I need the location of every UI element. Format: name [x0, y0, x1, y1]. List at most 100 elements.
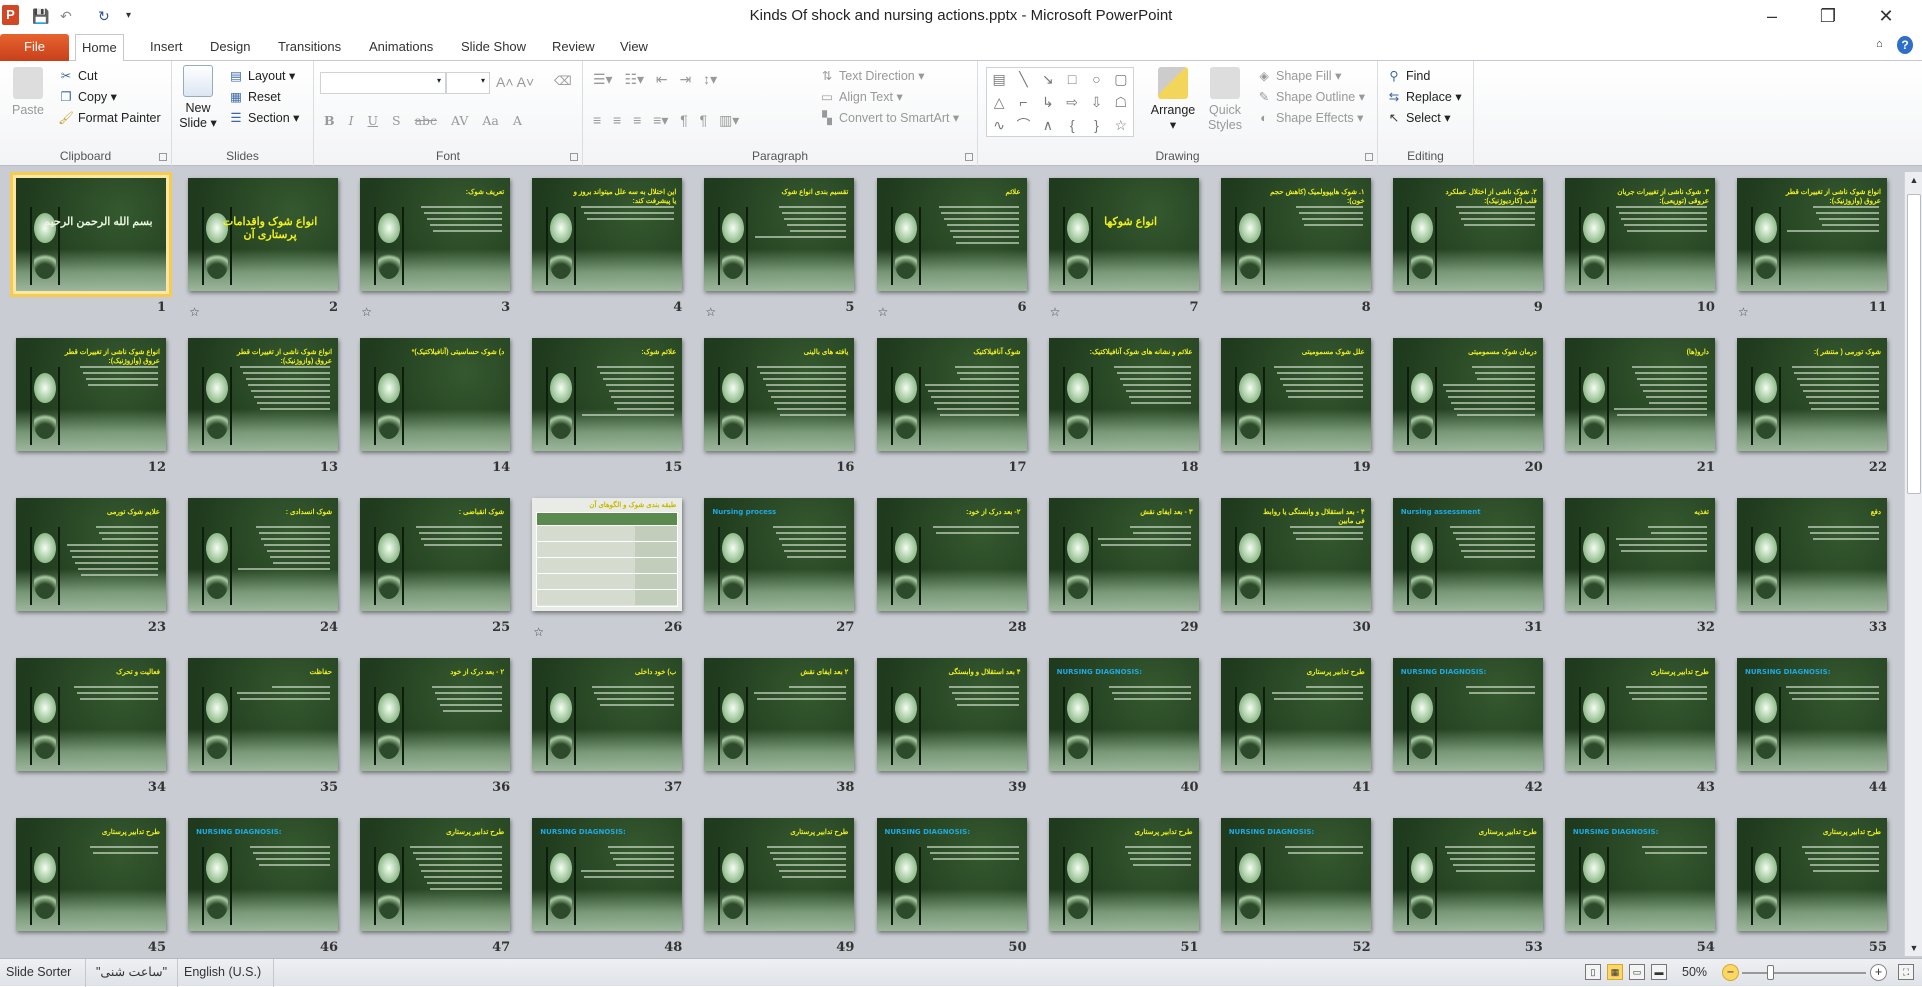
dialog-launcher-icon[interactable]	[570, 153, 578, 161]
animation-star-icon[interactable]: ☆	[1738, 305, 1749, 319]
slide-thumbnail[interactable]: شوک تورمی ( منتشر ):	[1737, 338, 1887, 451]
tab-home[interactable]: Home	[75, 34, 124, 62]
convert-smartart-button[interactable]: ▚ Convert to SmartArt ▾	[819, 108, 959, 128]
slide-thumbnail[interactable]: انواع شوکها	[1048, 178, 1199, 291]
slide-thumbnail[interactable]: علائم شوک:	[532, 338, 683, 451]
new-slide-button[interactable]: New Slide ▾	[176, 65, 220, 131]
slide-thumbnail[interactable]: طرح تدابیر پرستاری	[360, 818, 511, 931]
vertical-scrollbar[interactable]: ▲ ▼	[1904, 172, 1922, 956]
slide-thumbnail[interactable]: طرح تدابیر پرستاری	[704, 818, 855, 931]
reset-button[interactable]: ▦ Reset	[228, 87, 281, 107]
slide-thumbnail[interactable]: Nursing process	[704, 498, 855, 611]
slide-thumbnail[interactable]: یافته های بالینی	[704, 338, 855, 451]
slide-thumbnail[interactable]: طبقه بندی شوک و الگوهای آن	[532, 498, 683, 611]
dialog-launcher-icon[interactable]	[965, 153, 973, 161]
slide-thumbnail[interactable]: طرح تدابیر پرستاری	[16, 818, 166, 931]
slide-thumbnail[interactable]: انواع شوک واقدامات پرستاری آن	[188, 178, 339, 291]
font-size-dropdown[interactable]: ▾	[446, 72, 490, 94]
find-button[interactable]: ⚲ Find	[1386, 66, 1430, 86]
shape-effects-button[interactable]: ◐ Shape Effects ▾	[1256, 108, 1363, 128]
slide-thumbnail[interactable]: طرح تدابیر پرستاری	[1737, 818, 1887, 931]
slide-thumbnail[interactable]: طرح تدابیر پرستاری	[1048, 818, 1199, 931]
minimize-button[interactable]: –	[1752, 4, 1792, 28]
slide-thumbnail[interactable]: درمان شوک مسمومیتی	[1392, 338, 1543, 451]
zoom-slider-thumb[interactable]	[1766, 965, 1774, 980]
cut-button[interactable]: ✂ Cut	[58, 66, 98, 86]
slide-thumbnail[interactable]: ۲. شوک ناشی از اختلال عملکرد قلب (کاردیو…	[1392, 178, 1543, 291]
slide-thumbnail[interactable]: ۲ بعد ایفای نقش	[704, 658, 855, 771]
slide-thumbnail[interactable]: Nursing assessment	[1392, 498, 1543, 611]
theme-name[interactable]: "ساعت شنی"	[86, 959, 178, 987]
slide-thumbnail[interactable]: NURSING DIAGNOSIS:	[1220, 818, 1371, 931]
slide-thumbnail[interactable]: طرح تدابیر پرستاری	[1392, 818, 1543, 931]
clear-formatting-icon[interactable]: ⌫	[554, 71, 572, 91]
animation-star-icon[interactable]: ☆	[189, 305, 200, 319]
tab-design[interactable]: Design	[204, 34, 256, 61]
tab-slide-show[interactable]: Slide Show	[455, 34, 532, 61]
animation-star-icon[interactable]: ☆	[1050, 305, 1061, 319]
dialog-launcher-icon[interactable]	[159, 153, 167, 161]
font-format-buttons[interactable]: B I U S abc AV Aa A	[324, 111, 522, 131]
zoom-level[interactable]: 50%	[1682, 959, 1707, 986]
slide-thumbnail[interactable]: ۴ - بعد استقلال و وابستگی یا روابط فی ما…	[1220, 498, 1371, 611]
animation-star-icon[interactable]: ☆	[533, 625, 544, 639]
grow-font-icon[interactable]: A˄ A˅	[496, 72, 534, 92]
close-button[interactable]: ✕	[1866, 4, 1906, 28]
slide-thumbnail[interactable]: ب) خود داخلی	[532, 658, 683, 771]
scrollbar-thumb[interactable]	[1907, 194, 1921, 494]
scroll-down-icon[interactable]: ▼	[1905, 940, 1922, 956]
slide-thumbnail[interactable]: دفع	[1737, 498, 1887, 611]
copy-button[interactable]: ❐ Copy ▾	[58, 87, 117, 107]
format-painter-button[interactable]: 🖌 Format Painter	[58, 108, 161, 128]
slide-thumbnail[interactable]: NURSING DIAGNOSIS:	[532, 818, 683, 931]
slide-thumbnail[interactable]: فعالیت و تحرک	[16, 658, 166, 771]
tab-transitions[interactable]: Transitions	[272, 34, 347, 61]
tab-view[interactable]: View	[614, 34, 654, 61]
slide-thumbnail[interactable]: ۲ - بعد درک از خود	[360, 658, 511, 771]
fit-to-window-icon[interactable]: ⛶	[1898, 964, 1914, 980]
layout-button[interactable]: ▤ Layout ▾	[228, 66, 295, 86]
tab-insert[interactable]: Insert	[144, 34, 189, 61]
zoom-slider-track[interactable]	[1742, 972, 1866, 974]
font-name-dropdown[interactable]: ▾	[320, 72, 446, 94]
zoom-in-button[interactable]: +	[1870, 964, 1887, 981]
slide-thumbnail[interactable]: علائم	[876, 178, 1027, 291]
shape-fill-button[interactable]: ◈ Shape Fill ▾	[1256, 66, 1341, 86]
animation-star-icon[interactable]: ☆	[878, 305, 889, 319]
slide-thumbnail[interactable]: ۲- بعد درک از خود:	[876, 498, 1027, 611]
normal-view-icon[interactable]: ▯	[1585, 964, 1601, 980]
alignment-buttons[interactable]: ≡ ≡ ≡ ≡▾ ¶ ¶ ▥▾	[593, 110, 739, 130]
list-buttons[interactable]: ☰▾ ☷▾ ⇤ ⇥ ↕▾	[593, 69, 717, 89]
paste-button[interactable]: Paste	[8, 67, 48, 118]
text-direction-button[interactable]: ⇅ Text Direction ▾	[819, 66, 925, 86]
slide-thumbnail[interactable]: تعریف شوک:	[360, 178, 511, 291]
slide-thumbnail[interactable]: شوک انسدادی :	[188, 498, 339, 611]
slide-thumbnail[interactable]: ۳. شوک ناشی از تغییرات جریان عروقی (توزی…	[1564, 178, 1715, 291]
slide-thumbnail[interactable]: انواع شوک ناشی از تغییرات قطر عروق (وازو…	[188, 338, 339, 451]
tab-animations[interactable]: Animations	[363, 34, 439, 61]
slide-thumbnail[interactable]: NURSING DIAGNOSIS:	[1048, 658, 1199, 771]
slide-thumbnail[interactable]: انواع شوک ناشی از تغییرات قطر عروق (وازو…	[1737, 178, 1887, 291]
slide-sorter-view-icon[interactable]: ▦	[1607, 964, 1623, 980]
slide-thumbnail[interactable]: دارو(ها)	[1564, 338, 1715, 451]
slide-thumbnail[interactable]: شوک انقباضی :	[360, 498, 511, 611]
slide-thumbnail[interactable]: د) شوک حساسیتی (آنافیلاکتیک)*	[360, 338, 511, 451]
zoom-out-button[interactable]: −	[1722, 964, 1739, 981]
arrange-button[interactable]: Arrange ▾	[1148, 67, 1198, 133]
slide-thumbnail[interactable]: انواع شوک ناشی از تغییرات قطر عروق (وازو…	[16, 338, 166, 451]
slide-thumbnail[interactable]: علایم شوک تورمی	[16, 498, 166, 611]
help-icon[interactable]: ?	[1897, 36, 1913, 54]
dialog-launcher-icon[interactable]	[1365, 153, 1373, 161]
animation-star-icon[interactable]: ☆	[705, 305, 716, 319]
slide-thumbnail[interactable]: علل شوک مسمومیتی	[1220, 338, 1371, 451]
slide-thumbnail[interactable]: حفاظت	[188, 658, 339, 771]
slide-thumbnail[interactable]: NURSING DIAGNOSIS:	[1392, 658, 1543, 771]
language-indicator[interactable]: English (U.S.)	[178, 959, 274, 987]
minimize-ribbon-icon[interactable]: ⌂	[1876, 38, 1883, 50]
slide-thumbnail[interactable]: NURSING DIAGNOSIS:	[1564, 818, 1715, 931]
select-button[interactable]: ↖ Select ▾	[1386, 108, 1451, 128]
slide-thumbnail[interactable]: ۳ - بعد ایفای نقش	[1048, 498, 1199, 611]
quick-styles-button[interactable]: Quick Styles	[1202, 67, 1248, 133]
tab-file[interactable]: File	[0, 34, 69, 61]
slide-thumbnail[interactable]: شوک آنافیلاکتیک	[876, 338, 1027, 451]
